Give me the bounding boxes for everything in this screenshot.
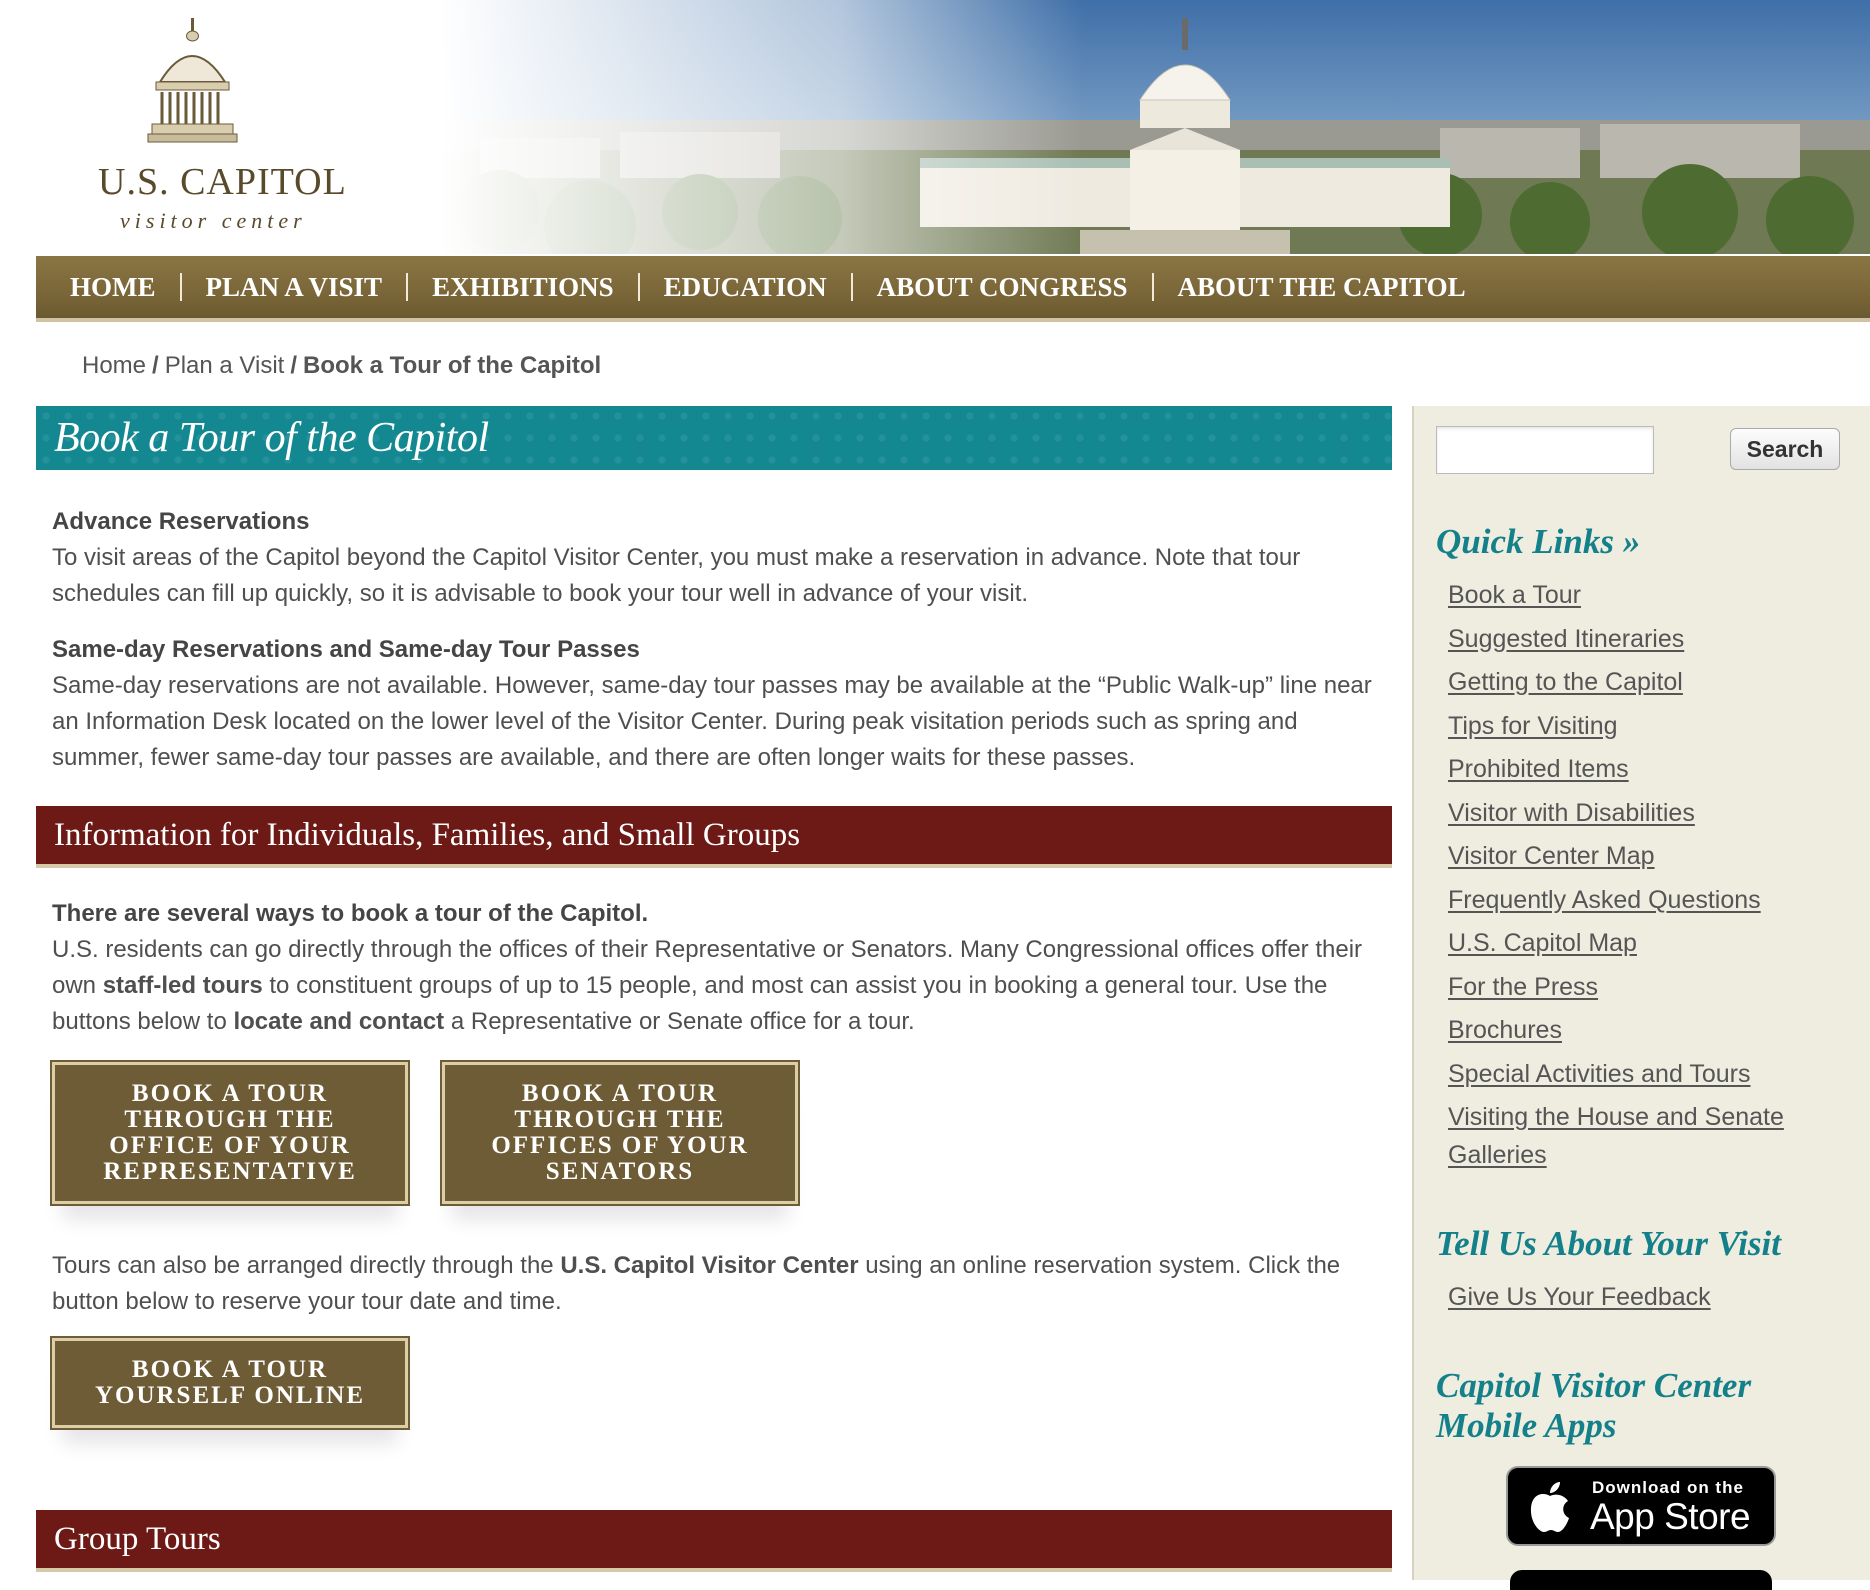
- breadcrumb-home[interactable]: Home: [82, 352, 146, 379]
- quick-links-heading[interactable]: Quick Links »: [1436, 522, 1640, 562]
- book-tour-senators-button[interactable]: BOOK A TOUR THROUGH THE OFFICES OF YOUR …: [440, 1060, 800, 1206]
- group-tours-section-header: Group Tours: [36, 1510, 1392, 1572]
- link[interactable]: Frequently Asked Questions: [1448, 886, 1761, 914]
- nav-about-the-capitol[interactable]: ABOUT THE CAPITOL: [1151, 273, 1490, 301]
- visitor-center-emphasis: U.S. Capitol Visitor Center: [560, 1252, 859, 1279]
- book-tour-representative-button[interactable]: BOOK A TOUR THROUGH THE OFFICE OF YOUR R…: [50, 1060, 410, 1206]
- staff-led-tours-emphasis: staff-led tours: [102, 972, 263, 999]
- app-store-small-label: Download on the: [1592, 1478, 1744, 1497]
- link[interactable]: U.S. Capitol Map: [1448, 929, 1637, 957]
- nav-education[interactable]: EDUCATION: [637, 273, 851, 301]
- link[interactable]: Tips for Visiting: [1448, 712, 1618, 740]
- google-play-badge[interactable]: [1510, 1570, 1772, 1590]
- apple-icon: [1530, 1482, 1569, 1532]
- individuals-paragraph: U.S. residents can go directly through t…: [52, 932, 1376, 1040]
- nav-plan-a-visit[interactable]: PLAN A VISIT: [179, 273, 407, 301]
- mobile-apps-heading-line-2: Mobile Apps: [1436, 1406, 1617, 1445]
- page-title-banner: Book a Tour of the Capitol: [36, 406, 1392, 470]
- advance-text: To visit areas of the Capitol beyond the…: [52, 544, 1301, 607]
- capitol-dome-logo-icon: [147, 18, 238, 143]
- quick-link-tips-for-visiting[interactable]: Tips for Visiting: [1448, 707, 1848, 745]
- mobile-apps-heading: Capitol Visitor Center Mobile Apps: [1436, 1366, 1751, 1446]
- text-run: Tours can also be arranged directly thro…: [52, 1252, 561, 1279]
- quick-link-visitor-with-disabilities[interactable]: Visitor with Disabilities: [1448, 794, 1848, 832]
- link[interactable]: Visiting the House and Senate Galleries: [1448, 1103, 1784, 1169]
- individuals-section-header: Information for Individuals, Families, a…: [36, 806, 1392, 868]
- quick-link-prohibited-items[interactable]: Prohibited Items: [1448, 750, 1848, 788]
- link[interactable]: Getting to the Capitol: [1448, 668, 1683, 696]
- same-day-reservations: Same-day Reservations and Same-day Tour …: [36, 632, 1392, 776]
- link[interactable]: Suggested Itineraries: [1448, 625, 1684, 653]
- link[interactable]: Visitor with Disabilities: [1448, 799, 1695, 827]
- tell-us-heading: Tell Us About Your Visit: [1436, 1224, 1781, 1263]
- online-reservation-text: Tours can also be arranged directly thro…: [36, 1248, 1392, 1320]
- quick-link-suggested-itineraries[interactable]: Suggested Itineraries: [1448, 620, 1848, 658]
- quick-link-visitor-center-map[interactable]: Visitor Center Map: [1448, 837, 1848, 875]
- link[interactable]: Prohibited Items: [1448, 755, 1629, 783]
- breadcrumb-separator: /: [152, 352, 159, 379]
- individuals-text: There are several ways to book a tour of…: [36, 896, 1392, 1040]
- quick-link-brochures[interactable]: Brochures: [1448, 1011, 1848, 1049]
- sidebar: Search Quick Links » Book a Tour Suggest…: [1412, 406, 1870, 1590]
- button-label: BOOK A TOUR THROUGH THE OFFICE OF YOUR R…: [103, 1080, 357, 1185]
- site-header: U.S. CAPITOL visitor center: [0, 0, 1870, 254]
- quick-link-for-the-press[interactable]: For the Press: [1448, 968, 1848, 1006]
- site-logo[interactable]: U.S. CAPITOL visitor center: [90, 12, 370, 242]
- page-title: Book a Tour of the Capitol: [54, 415, 489, 461]
- search-button[interactable]: Search: [1730, 428, 1840, 470]
- button-label: BOOK A TOUR THROUGH THE OFFICES OF YOUR …: [491, 1080, 749, 1185]
- button-label: BOOK A TOUR YOURSELF ONLINE: [94, 1356, 366, 1409]
- link[interactable]: Visitor Center Map: [1448, 842, 1655, 870]
- individuals-heading: Information for Individuals, Families, a…: [54, 817, 801, 853]
- same-day-heading: Same-day Reservations and Same-day Tour …: [52, 636, 640, 663]
- quick-link-special-activities[interactable]: Special Activities and Tours: [1448, 1055, 1848, 1093]
- search-input[interactable]: [1436, 426, 1654, 474]
- quick-link-faq[interactable]: Frequently Asked Questions: [1448, 881, 1848, 919]
- book-tour-online-button[interactable]: BOOK A TOUR YOURSELF ONLINE: [50, 1336, 410, 1430]
- group-tours-heading: Group Tours: [54, 1521, 221, 1557]
- individuals-intro: There are several ways to book a tour of…: [52, 900, 649, 927]
- logo-subtitle: visitor center: [120, 208, 307, 233]
- quick-link-capitol-map[interactable]: U.S. Capitol Map: [1448, 924, 1848, 962]
- nav-about-congress[interactable]: ABOUT CONGRESS: [850, 273, 1152, 301]
- breadcrumb: Home / Plan a Visit / Book a Tour of the Cap…: [82, 352, 601, 380]
- link[interactable]: For the Press: [1448, 973, 1598, 1001]
- link[interactable]: Brochures: [1448, 1016, 1562, 1044]
- quick-link-getting-to-the-capitol[interactable]: Getting to the Capitol: [1448, 663, 1848, 701]
- breadcrumb-separator: /: [290, 352, 297, 379]
- mobile-apps-heading-line-1: Capitol Visitor Center: [1436, 1366, 1752, 1405]
- quick-links-list: Book a Tour Suggested Itineraries Gettin…: [1448, 576, 1848, 1180]
- link[interactable]: Special Activities and Tours: [1448, 1060, 1750, 1088]
- link[interactable]: Give Us Your Feedback: [1448, 1283, 1711, 1311]
- main-content: Book a Tour of the Capitol Advance Reser…: [36, 406, 1392, 1572]
- nav-exhibitions[interactable]: EXHIBITIONS: [406, 273, 638, 301]
- capitol-panorama-image: [440, 0, 1870, 254]
- nav-home[interactable]: HOME: [36, 273, 180, 301]
- quick-link-house-senate-galleries[interactable]: Visiting the House and Senate Galleries: [1448, 1098, 1848, 1174]
- breadcrumb-plan-a-visit[interactable]: Plan a Visit: [165, 352, 285, 379]
- advance-reservations: Advance Reservations To visit areas of t…: [36, 504, 1392, 612]
- text-run: a Representative or Senate office for a …: [444, 1008, 915, 1035]
- locate-and-contact-emphasis: locate and contact: [233, 1008, 445, 1035]
- same-day-text: Same-day reservations are not available.…: [52, 672, 1372, 771]
- feedback-link[interactable]: Give Us Your Feedback: [1448, 1278, 1711, 1316]
- app-store-badge[interactable]: Download on the App Store: [1506, 1466, 1776, 1546]
- online-paragraph: Tours can also be arranged directly thro…: [52, 1248, 1376, 1320]
- advance-heading: Advance Reservations: [52, 508, 310, 535]
- quick-link-book-a-tour[interactable]: Book a Tour: [1448, 576, 1848, 614]
- app-store-big-label: App Store: [1590, 1496, 1751, 1537]
- link[interactable]: Book a Tour: [1448, 581, 1581, 609]
- breadcrumb-current: Book a Tour of the Capitol: [303, 352, 602, 379]
- logo-title: U.S. CAPITOL: [98, 161, 347, 203]
- main-nav: HOME PLAN A VISIT EXHIBITIONS EDUCATION …: [36, 256, 1870, 322]
- feedback-list: Give Us Your Feedback: [1448, 1278, 1711, 1322]
